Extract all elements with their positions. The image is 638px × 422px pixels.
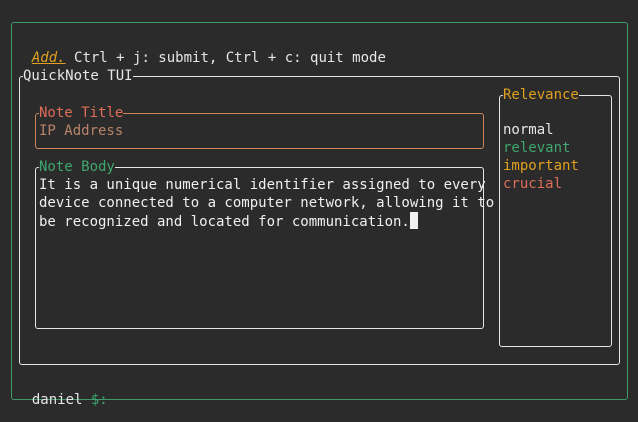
- note-body-label: Note Body: [39, 159, 115, 175]
- relevance-option-important[interactable]: important: [503, 157, 579, 175]
- relevance-option-crucial[interactable]: crucial: [503, 175, 562, 193]
- relevance-option-normal[interactable]: normal: [503, 121, 554, 139]
- text-cursor: [409, 212, 418, 229]
- relevance-panel: Relevance normal relevant important cruc…: [499, 87, 612, 347]
- note-body-line-last[interactable]: be recognized and located for communicat…: [39, 212, 418, 231]
- note-body-line-text: be recognized and located for communicat…: [39, 214, 410, 230]
- relevance-label: Relevance: [503, 87, 579, 103]
- note-title-field[interactable]: Note Title IP Address: [35, 105, 484, 149]
- note-body-line[interactable]: device connected to a computer network, …: [39, 194, 494, 212]
- note-body-line[interactable]: It is a unique numerical identifier assi…: [39, 176, 486, 194]
- prompt-symbol: $:: [90, 392, 108, 408]
- prompt-username: daniel: [31, 392, 83, 408]
- note-body-field[interactable]: Note Body It is a unique numerical ident…: [35, 159, 494, 329]
- note-title-label: Note Title: [39, 105, 124, 121]
- note-title-input[interactable]: IP Address: [39, 122, 123, 140]
- relevance-option-relevant[interactable]: relevant: [503, 139, 570, 157]
- app-title: QuickNote TUI: [23, 68, 133, 84]
- command-prompt[interactable]: daniel $:: [15, 373, 108, 409]
